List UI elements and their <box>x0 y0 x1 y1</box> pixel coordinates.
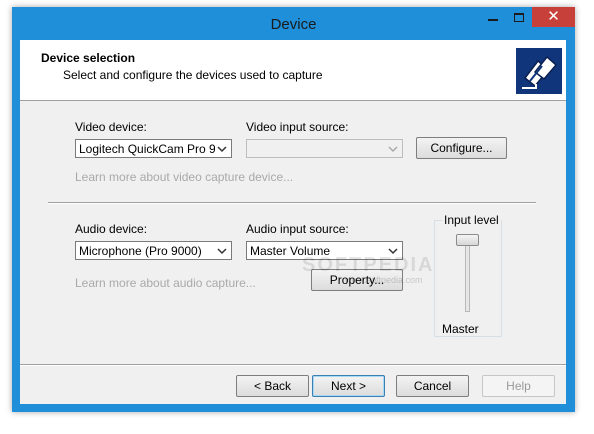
watermark-url: www.softpedia.com <box>345 275 423 285</box>
minimize-icon <box>488 19 498 21</box>
video-source-label: Video input source: <box>246 120 349 134</box>
title-bar[interactable]: Device ✕ <box>12 7 575 40</box>
close-button[interactable]: ✕ <box>532 7 575 27</box>
configure-button[interactable]: Configure... <box>416 137 507 159</box>
section-divider <box>48 202 536 204</box>
chevron-down-icon <box>388 146 398 153</box>
video-device-value: Logitech QuickCam Pro 9000 <box>79 142 215 156</box>
maximize-icon <box>514 13 524 22</box>
input-level-group: Input level Master <box>434 213 502 337</box>
audio-device-value: Microphone (Pro 9000) <box>79 244 202 258</box>
audio-device-select[interactable]: Microphone (Pro 9000) <box>75 241 232 260</box>
input-level-slider[interactable] <box>456 234 479 246</box>
input-level-label: Master <box>442 322 479 336</box>
input-level-title: Input level <box>442 213 501 227</box>
maximize-button[interactable] <box>506 7 532 27</box>
close-icon: ✕ <box>547 8 560 25</box>
help-button[interactable]: Help <box>482 375 555 397</box>
audio-learn-more-link[interactable]: Learn more about audio capture... <box>75 276 256 290</box>
page-title: Device selection <box>41 51 136 65</box>
video-source-select[interactable] <box>246 139 403 158</box>
watermark: SOFTPEDIA <box>302 254 435 276</box>
capture-devices-icon <box>516 48 562 94</box>
page-subtitle: Select and configure the devices used to… <box>63 68 323 82</box>
next-button[interactable]: Next > <box>312 375 385 397</box>
chevron-down-icon <box>217 248 227 255</box>
device-dialog: Device ✕ Device selection Select and con… <box>12 7 575 412</box>
input-level-track <box>465 235 470 312</box>
video-device-label: Video device: <box>75 120 147 134</box>
audio-source-label: Audio input source: <box>246 222 349 236</box>
dialog-body: Device selection Select and configure th… <box>20 40 566 404</box>
cancel-button[interactable]: Cancel <box>396 375 469 397</box>
minimize-button[interactable] <box>480 7 506 27</box>
video-learn-more-link[interactable]: Learn more about video capture device... <box>75 170 293 184</box>
wizard-header: Device selection Select and configure th… <box>20 40 566 101</box>
back-button[interactable]: < Back <box>236 375 309 397</box>
footer-divider <box>20 364 566 366</box>
audio-device-label: Audio device: <box>75 222 148 236</box>
chevron-down-icon <box>217 146 227 153</box>
video-device-select[interactable]: Logitech QuickCam Pro 9000 <box>75 139 232 158</box>
